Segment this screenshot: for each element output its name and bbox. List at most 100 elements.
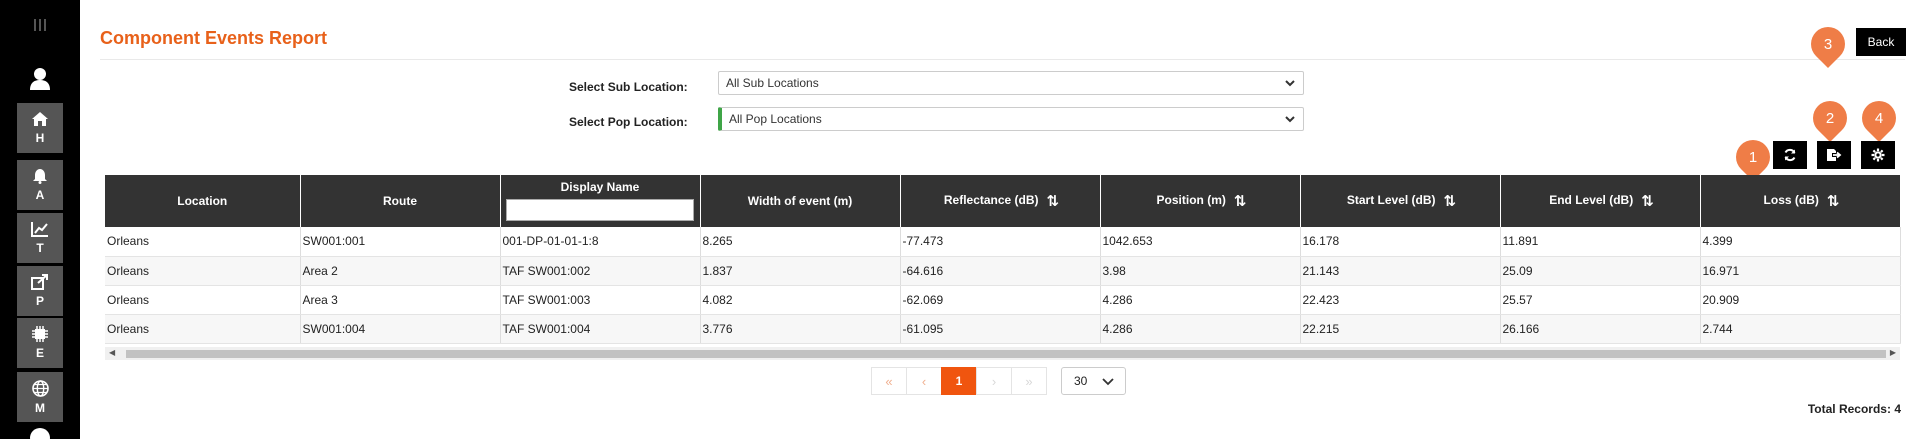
table-row[interactable]: Orleans Area 2 TAF SW001:002 1.837 -64.6…: [105, 256, 1901, 286]
table-cell: 3.98: [1100, 256, 1301, 286]
sidebar-item-label: P: [35, 294, 44, 308]
table-cell: 2.744: [1700, 314, 1901, 344]
page-1-button[interactable]: 1: [941, 367, 977, 395]
sub-location-select[interactable]: All Sub Locations: [718, 71, 1304, 95]
sidebar-item-home[interactable]: H: [17, 103, 63, 153]
home-icon: [32, 112, 48, 126]
column-header-start-level[interactable]: Start Level (dB) ⇅: [1300, 175, 1501, 227]
sub-location-value: All Sub Locations: [726, 76, 819, 90]
scrollbar-thumb[interactable]: [126, 350, 1886, 358]
table-cell: 4.082: [700, 285, 901, 315]
bell-icon: [33, 169, 47, 184]
next-page-button[interactable]: ›: [976, 367, 1012, 395]
column-header-location[interactable]: Location: [105, 175, 301, 227]
table-cell: 22.423: [1300, 285, 1501, 315]
column-header-loss[interactable]: Loss (dB) ⇅: [1700, 175, 1901, 227]
table-cell: Area 3: [300, 285, 501, 315]
pop-location-label: Select Pop Location:: [569, 115, 688, 129]
back-button[interactable]: Back: [1856, 28, 1906, 56]
table-cell: 16.178: [1300, 227, 1501, 257]
column-header-display-name[interactable]: Display Name: [500, 175, 701, 227]
divider: [100, 59, 1905, 60]
pop-location-value: All Pop Locations: [729, 112, 822, 126]
user-icon[interactable]: [30, 428, 50, 448]
table-cell: 25.09: [1500, 256, 1701, 286]
sidebar-item-map[interactable]: M: [17, 372, 63, 422]
page-title: Component Events Report: [100, 28, 328, 48]
sidebar-item-label: E: [35, 346, 44, 360]
page-size-select[interactable]: 30: [1061, 367, 1126, 395]
menu-icon[interactable]: [0, 10, 80, 40]
scroll-left-arrow-icon[interactable]: ◀: [109, 348, 115, 357]
table-cell: 8.265: [700, 227, 901, 257]
sort-icon[interactable]: ⇅: [1234, 192, 1246, 210]
refresh-icon: [1784, 148, 1796, 162]
table-row[interactable]: Orleans SW001:004 TAF SW001:004 3.776 -6…: [105, 314, 1901, 344]
area-chart-icon: [31, 222, 48, 237]
export-icon: [1827, 149, 1842, 161]
sort-icon[interactable]: ⇅: [1444, 192, 1456, 210]
scroll-right-arrow-icon[interactable]: ▶: [1890, 348, 1896, 357]
table-cell: SW001:004: [300, 314, 501, 344]
column-header-width[interactable]: Width of event (m): [700, 175, 901, 227]
first-page-button[interactable]: «: [871, 367, 907, 395]
table-cell: 16.971: [1700, 256, 1901, 286]
total-records: Total Records: 4: [1807, 402, 1901, 416]
user-icon[interactable]: [0, 60, 80, 98]
prev-page-button[interactable]: ‹: [906, 367, 942, 395]
sidebar-item-trends[interactable]: T: [17, 213, 63, 263]
table-cell: TAF SW001:002: [500, 256, 701, 286]
table-cell: 22.215: [1300, 314, 1501, 344]
chevron-down-icon: [1102, 378, 1114, 386]
table-cell: -77.473: [900, 227, 1101, 257]
last-page-button[interactable]: »: [1011, 367, 1047, 395]
chevron-down-icon: [1285, 80, 1295, 87]
table-cell: TAF SW001:003: [500, 285, 701, 315]
table-cell: -62.069: [900, 285, 1101, 315]
column-header-reflectance[interactable]: Reflectance (dB) ⇅: [900, 175, 1101, 227]
chip-icon: [32, 326, 48, 342]
table-cell: 25.57: [1500, 285, 1701, 315]
refresh-button[interactable]: [1773, 141, 1807, 169]
pagination: « ‹ 1 › »: [871, 367, 1047, 395]
page-size-value: 30: [1074, 374, 1088, 388]
sidebar-item-label: A: [35, 188, 45, 202]
table-cell: Orleans: [105, 314, 301, 344]
pop-location-select[interactable]: All Pop Locations: [718, 107, 1304, 131]
annotation-badge: 2: [1805, 93, 1855, 143]
table-cell: -64.616: [900, 256, 1101, 286]
sidebar-item-equipment[interactable]: E: [17, 318, 63, 368]
annotation-badge: 3: [1803, 19, 1853, 69]
sort-icon[interactable]: ⇅: [1047, 192, 1059, 210]
table-header-row: Location Route Display Name Width of eve…: [105, 175, 1901, 227]
table-row[interactable]: Orleans Area 3 TAF SW001:003 4.082 -62.0…: [105, 285, 1901, 315]
export-button[interactable]: [1817, 141, 1851, 169]
annotation-badge: 4: [1854, 93, 1904, 143]
column-header-route[interactable]: Route: [300, 175, 501, 227]
sidebar-item-alarms[interactable]: A: [17, 160, 63, 210]
column-header-end-level[interactable]: End Level (dB) ⇅: [1500, 175, 1701, 227]
table-cell: 20.909: [1700, 285, 1901, 315]
sidebar: H A T P E M: [0, 0, 80, 448]
table-row[interactable]: Orleans SW001:001 001-DP-01-01-1:8 8.265…: [105, 227, 1901, 257]
chevron-down-icon: [1285, 116, 1295, 123]
settings-button[interactable]: [1861, 141, 1895, 169]
annotation-badge: 1: [1728, 132, 1778, 182]
table-cell: 4.286: [1100, 285, 1301, 315]
sort-icon[interactable]: ⇅: [1827, 192, 1839, 210]
table-cell: 4.399: [1700, 227, 1901, 257]
table-cell: 1.837: [700, 256, 901, 286]
table-cell: Orleans: [105, 256, 301, 286]
table-cell: -61.095: [900, 314, 1101, 344]
sort-icon[interactable]: ⇅: [1641, 192, 1653, 210]
table-cell: 001-DP-01-01-1:8: [500, 227, 701, 257]
column-header-position[interactable]: Position (m) ⇅: [1100, 175, 1301, 227]
sidebar-item-pop[interactable]: P: [17, 266, 63, 316]
sidebar-item-label: T: [36, 241, 44, 255]
sidebar-item-label: H: [35, 131, 45, 145]
horizontal-scrollbar[interactable]: ◀ ▶: [105, 347, 1900, 360]
display-name-filter-input[interactable]: [506, 199, 694, 221]
share-square-icon: [31, 274, 48, 290]
table-cell: 26.166: [1500, 314, 1701, 344]
table-cell: 4.286: [1100, 314, 1301, 344]
